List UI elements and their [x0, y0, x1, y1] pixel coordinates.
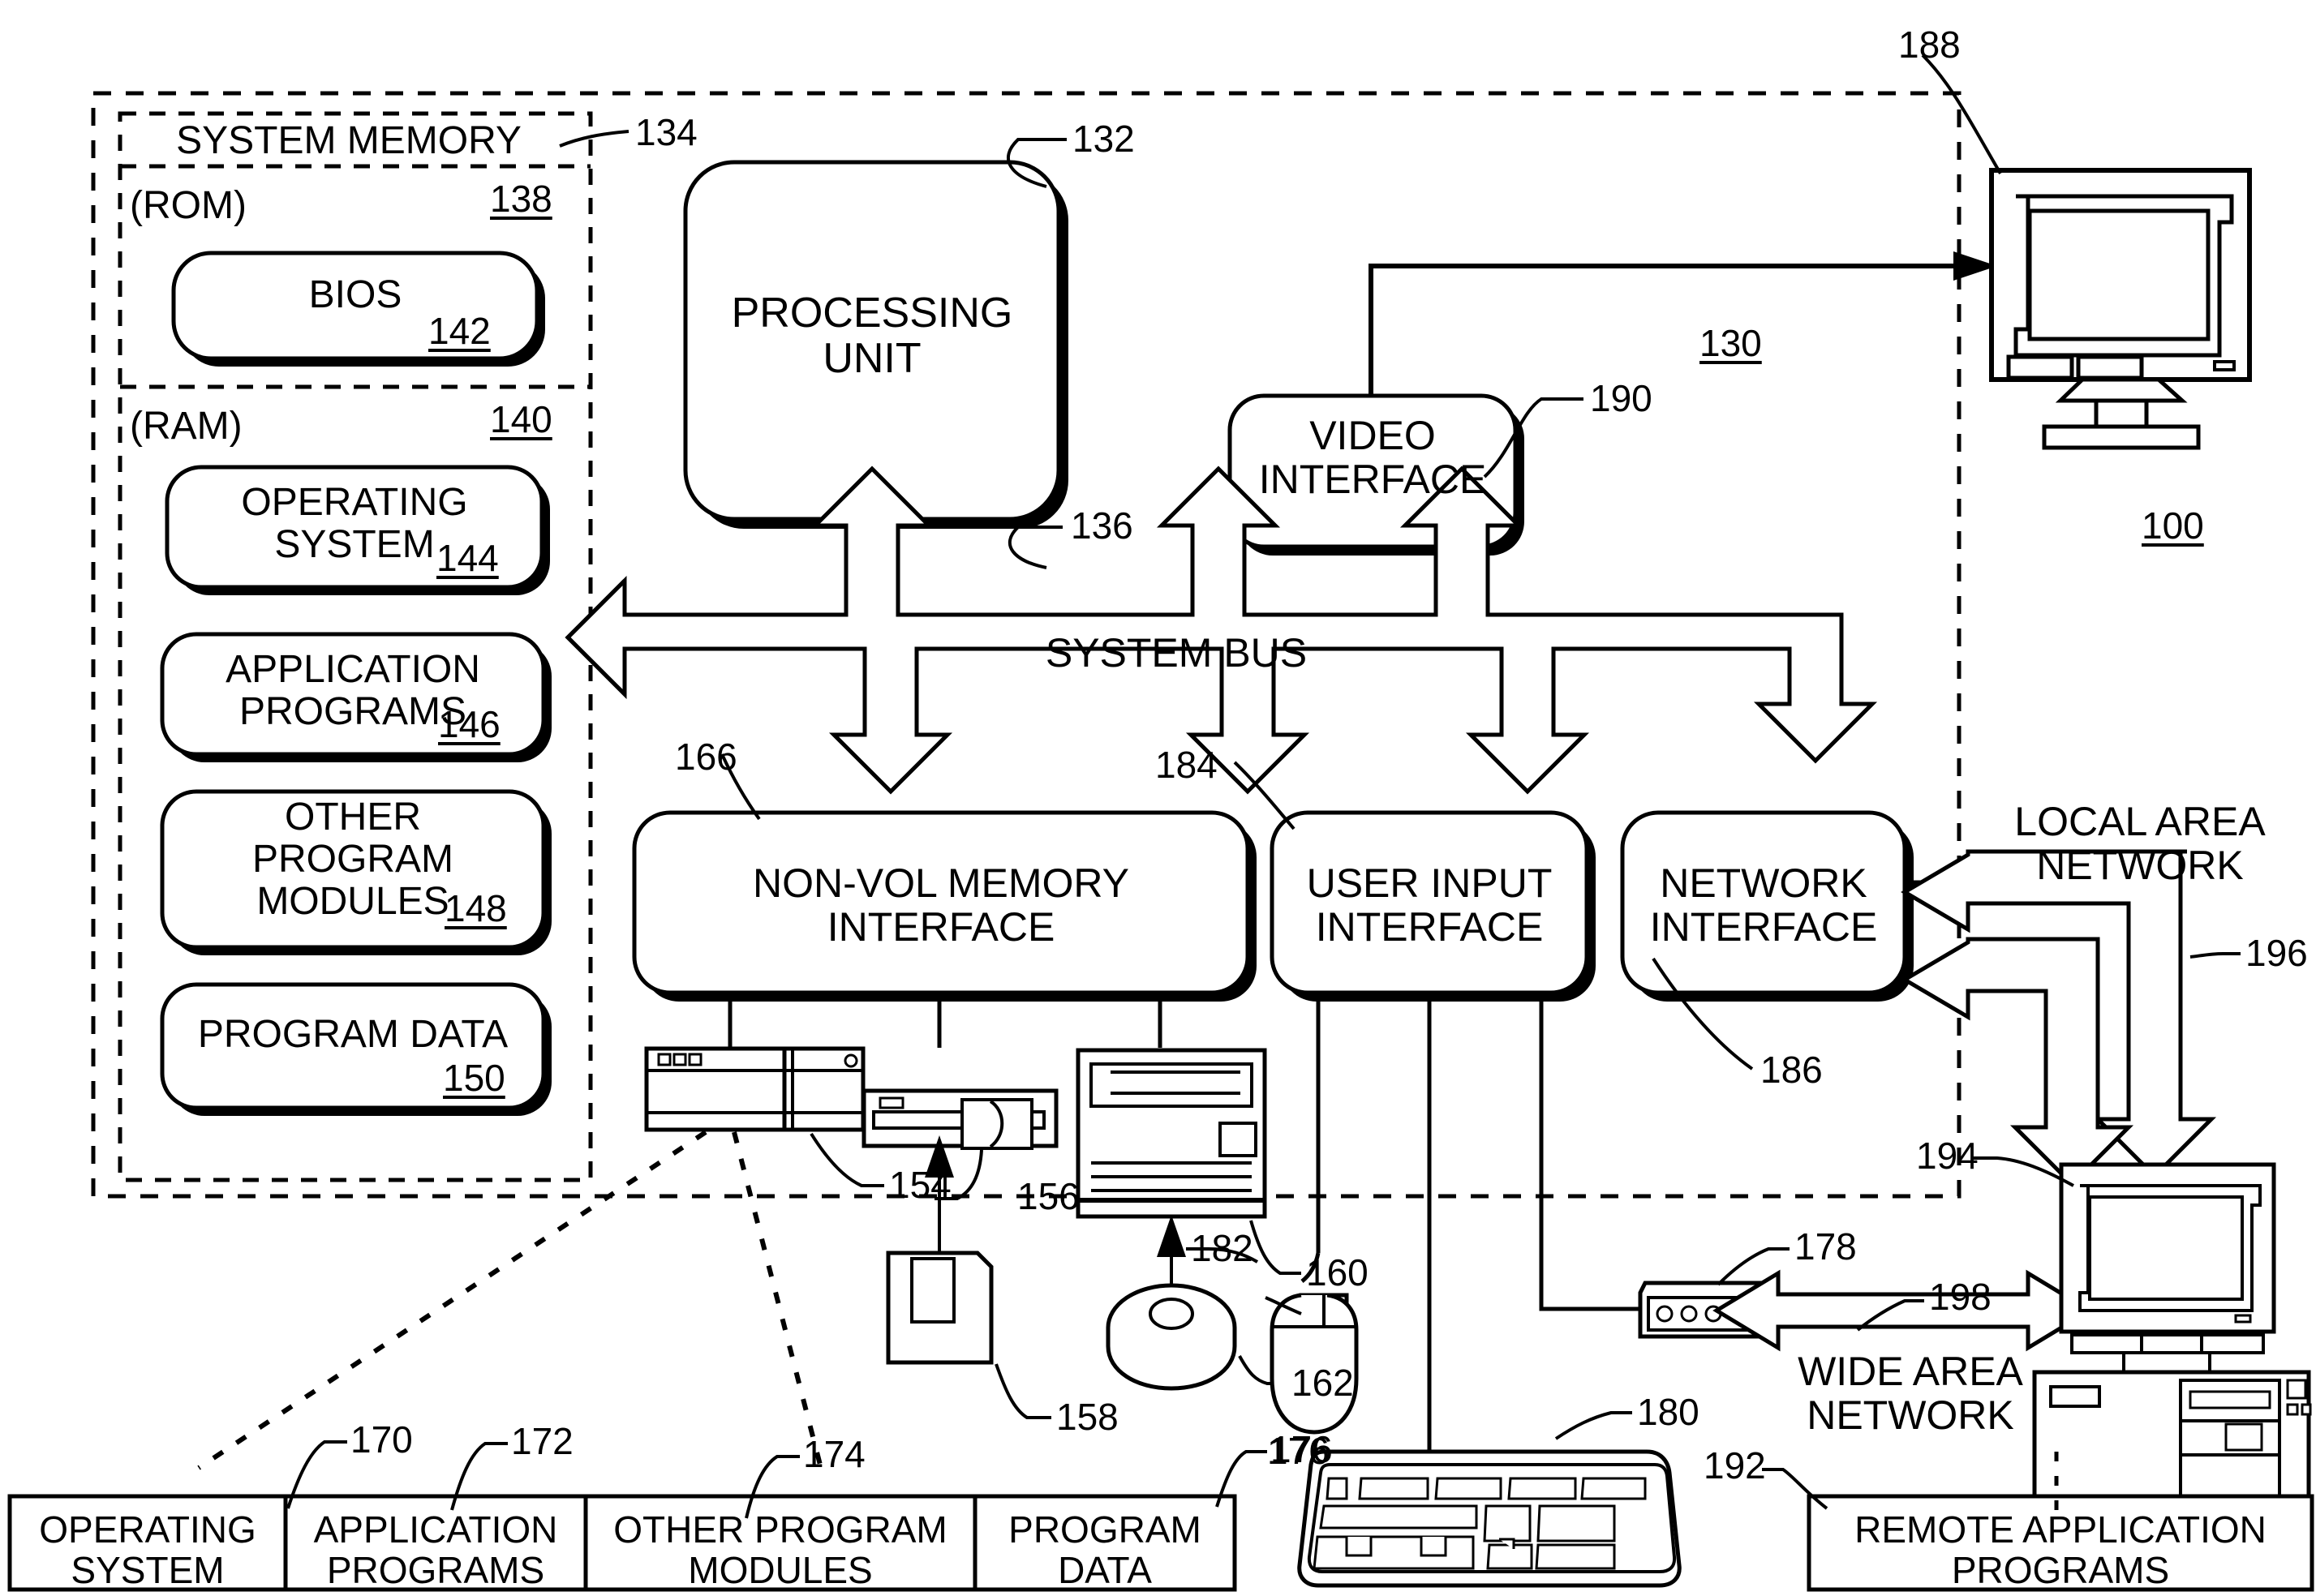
- ref-132: 132: [1072, 118, 1135, 160]
- ref-136: 136: [1071, 504, 1133, 547]
- ref-144: 144: [436, 537, 499, 579]
- ref-134: 134: [635, 111, 698, 153]
- ref-188: 188: [1898, 24, 1961, 66]
- ref-186: 186: [1760, 1049, 1823, 1091]
- optical-disc-icon: [1106, 1283, 1237, 1391]
- leader-134: [559, 130, 629, 148]
- ref-154: 154: [889, 1164, 952, 1206]
- leader-188: [1921, 54, 2002, 175]
- ref-170: 170: [350, 1418, 413, 1461]
- patent-figure-canvas: SYSTEM MEMORY 134 (ROM) 138 BIOS 142 (RA…: [0, 0, 2316, 1596]
- ref-196: 196: [2245, 932, 2308, 974]
- remote-computer-icon: [2032, 1162, 2312, 1512]
- ref-182: 182: [1191, 1227, 1253, 1269]
- ref-160: 160: [1306, 1251, 1369, 1294]
- ref-100: 100: [2142, 504, 2204, 547]
- video-to-monitor-line: [1369, 264, 1963, 396]
- monitor-icon: [1989, 168, 2252, 450]
- remote-apps-box: [1807, 1494, 2314, 1592]
- floppy-drive-icon: [862, 1088, 1059, 1150]
- leader-158: [995, 1363, 1051, 1419]
- hard-drive-dotted-leaders: [197, 1130, 823, 1470]
- ref-162: 162: [1291, 1362, 1354, 1404]
- ref-150: 150: [443, 1057, 505, 1099]
- ref-194: 194: [1916, 1135, 1979, 1177]
- userinput-interface-box-group: [1270, 810, 1596, 1002]
- network-interface-box-group: [1620, 810, 1914, 1002]
- ref-156: 156: [1017, 1175, 1080, 1217]
- storage-label-row: [7, 1494, 1237, 1592]
- ref-180: 180: [1637, 1391, 1699, 1433]
- ref-130: 130: [1699, 322, 1762, 364]
- hard-drive-icon: [644, 1046, 866, 1132]
- wan-arrow: [1712, 1269, 2094, 1352]
- ref-166: 166: [675, 736, 737, 778]
- ref-176b: 176: [1270, 1428, 1333, 1470]
- ref-158: 158: [1056, 1396, 1119, 1438]
- ref-148: 148: [445, 887, 507, 929]
- ref-142: 142: [428, 310, 491, 352]
- ref-172: 172: [511, 1420, 574, 1462]
- leader-180: [1554, 1411, 1632, 1440]
- ref-174: 174: [803, 1433, 866, 1475]
- ref-190: 190: [1590, 377, 1652, 419]
- ref-178: 178: [1794, 1225, 1857, 1268]
- nonvol-interface-box-group: [632, 810, 1257, 1002]
- ref-198: 198: [1929, 1276, 1992, 1318]
- userinput-connectors: [1316, 993, 1671, 1452]
- ref-192: 192: [1704, 1444, 1766, 1487]
- optical-arrowhead: [1157, 1215, 1186, 1257]
- ref-184: 184: [1155, 744, 1218, 786]
- othermodules-box-group: [160, 789, 552, 955]
- leader-160: [1249, 1220, 1301, 1275]
- leader-196: [2189, 952, 2241, 959]
- ref-146: 146: [438, 703, 501, 745]
- ref-138: 138: [490, 178, 552, 220]
- leader-136: [1008, 526, 1063, 569]
- optical-drive-icon: [1076, 1048, 1267, 1219]
- keyboard-icon: [1297, 1449, 1682, 1588]
- diagram-vector-layer: [7, 54, 2314, 1592]
- ref-140: 140: [490, 398, 552, 440]
- floppy-disk-icon: [886, 1251, 994, 1365]
